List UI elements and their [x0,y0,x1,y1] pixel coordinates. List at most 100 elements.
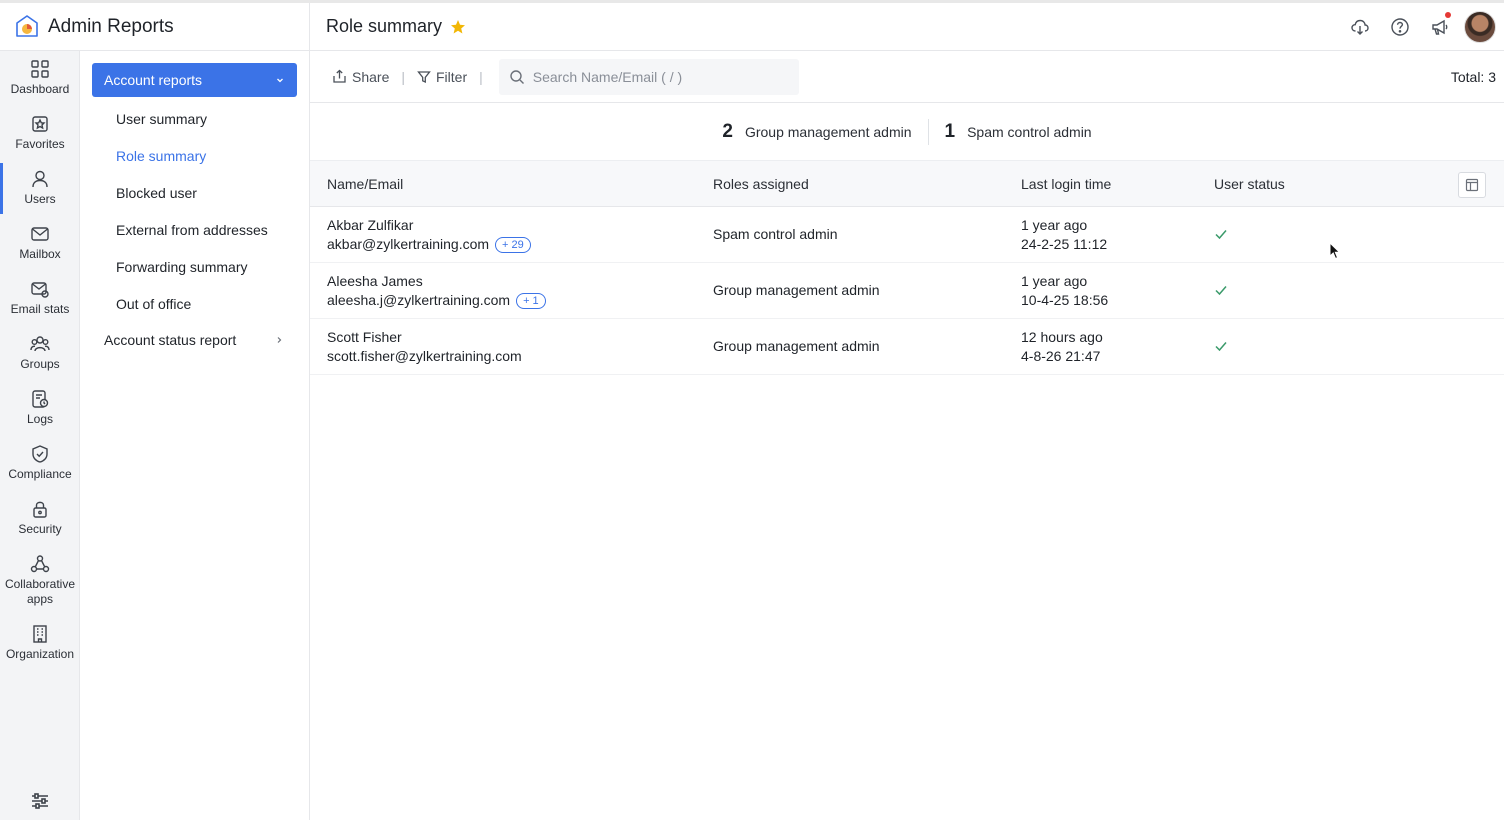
column-header-name[interactable]: Name/Email [327,176,403,192]
toolbar-divider: | [401,68,405,85]
role-cell: Group management admin [713,282,880,298]
login-relative: 1 year ago [1021,217,1088,233]
avatar[interactable] [1464,11,1496,43]
column-header-status[interactable]: User status [1214,176,1285,192]
check-icon [1215,230,1227,240]
rail-item-organization[interactable]: Organization [0,624,80,662]
account-reports-group[interactable]: Account reports [92,63,297,97]
summary-label: Group management admin [744,123,912,140]
mailbox-icon [31,227,49,241]
summary-count: 2 [722,120,733,142]
filter-button[interactable]: Filter [417,69,467,85]
toolbar: Share | Filter | Total: 3 [310,51,1504,103]
rail-item-dashboard[interactable]: Dashboard [0,59,80,97]
user-name[interactable]: Akbar Zulfikar [327,216,531,235]
extra-roles-badge[interactable]: + 1 [516,293,546,309]
rail-label: Organization [5,647,75,661]
login-relative: 12 hours ago [1021,329,1103,345]
chevron-down-icon [277,78,283,83]
user-name[interactable]: Scott Fisher [327,328,522,347]
rail-label: Compliance [8,467,72,481]
role-cell: Group management admin [713,338,880,354]
group-label: Account reports [104,72,203,88]
organization-icon [33,625,47,643]
rail-label: Mailbox [19,247,61,261]
rail-item-email-stats[interactable]: Email stats [0,279,80,317]
group-label: Account status report [104,332,237,348]
page-title: Role summary [326,16,443,36]
header-actions [1340,3,1504,51]
logs-icon [32,390,49,408]
total-count: Total: 3 [1450,68,1496,85]
extra-roles-badge[interactable]: + 29 [495,237,531,253]
nav-external-from-addresses[interactable]: External from addresses [116,222,268,238]
nav-blocked-user[interactable]: Blocked user [116,185,197,201]
nav-forwarding-summary[interactable]: Forwarding summary [116,259,247,275]
login-time: 24-2-25 11:12 [1021,236,1108,252]
rail-item-collaborative-apps[interactable]: Collaborative apps [0,554,80,607]
columns-icon [1465,178,1479,192]
app-title: Admin Reports [48,15,174,37]
download-button[interactable] [1340,17,1380,37]
rail-item-logs[interactable]: Logs [0,389,80,427]
summary-item-spam-control[interactable]: 1 Spam control admin [929,121,1108,143]
user-cell: Scott Fisher scott.fisher@zylkertraining… [327,328,522,366]
table-row[interactable]: Aleesha James aleesha.j@zylkertraining.c… [310,263,1504,319]
share-button[interactable]: Share [332,69,389,85]
rail-item-configuration[interactable] [0,791,80,814]
search-input[interactable] [532,68,783,85]
rail-item-mailbox[interactable]: Mailbox [0,224,80,262]
last-login-cell: 1 year ago 24-2-25 11:12 [1021,216,1107,254]
rail-item-favorites[interactable]: Favorites [0,114,80,152]
toolbar-divider: | [479,68,483,85]
rail-item-security[interactable]: Security [0,499,80,537]
user-email: akbar@zylkertraining.com [327,236,490,252]
user-email: aleesha.j@zylkertraining.com [327,292,511,308]
account-status-report-group[interactable]: Account status report [104,332,284,348]
admin-reports-logo-icon [16,14,38,37]
lock-icon [33,501,47,518]
nav-role-summary[interactable]: Role summary [116,148,206,164]
left-rail: Dashboard Favorites Users Mailbox Email … [0,51,80,820]
rail-item-compliance[interactable]: Compliance [0,444,80,482]
email-stats-icon [31,282,49,298]
sliders-icon [32,793,48,809]
role-summary-band: 2 Group management admin 1 Spam control … [310,103,1504,161]
login-time: 4-8-26 21:47 [1021,348,1101,364]
app-brand: Admin Reports [0,3,310,51]
filter-label: Filter [436,68,468,85]
favorite-star-icon[interactable] [450,19,466,35]
table-header: Name/Email Roles assigned Last login tim… [310,161,1504,207]
search-box[interactable] [498,58,799,95]
role-cell: Spam control admin [713,226,838,242]
table-row[interactable]: Akbar Zulfikar akbar@zylkertraining.com +… [310,207,1504,263]
summary-item-group-management[interactable]: 2 Group management admin [706,121,927,143]
dashboard-icon [31,60,49,78]
rail-item-users[interactable]: Users [0,163,80,214]
user-cell: Aleesha James aleesha.j@zylkertraining.c… [327,272,546,310]
announcements-button[interactable] [1420,12,1460,37]
column-settings-button[interactable] [1458,172,1486,198]
report-nav: Account reports User summary Role summar… [80,51,310,820]
user-icon [32,170,48,188]
column-header-last-login[interactable]: Last login time [1021,176,1111,192]
nav-out-of-office[interactable]: Out of office [116,296,191,312]
login-time: 10-4-25 18:56 [1021,292,1109,308]
rail-label: Users [24,192,56,206]
collaborative-apps-icon [30,555,50,573]
rail-item-groups[interactable]: Groups [0,334,80,372]
check-icon [1215,342,1227,352]
notification-dot [1445,12,1451,18]
user-cell: Akbar Zulfikar akbar@zylkertraining.com +… [327,216,531,254]
rail-label: Logs [26,412,54,426]
column-header-roles[interactable]: Roles assigned [713,176,809,192]
nav-user-summary[interactable]: User summary [116,111,207,127]
share-icon [333,69,346,83]
rail-label: Collaborative apps [4,577,76,606]
user-name[interactable]: Aleesha James [327,272,546,291]
cloud-download-icon [1351,19,1369,35]
mouse-cursor-icon [1329,242,1341,260]
page-header: Role summary [310,3,1504,51]
table-row[interactable]: Scott Fisher scott.fisher@zylkertraining… [310,319,1504,375]
help-button[interactable] [1380,17,1420,37]
